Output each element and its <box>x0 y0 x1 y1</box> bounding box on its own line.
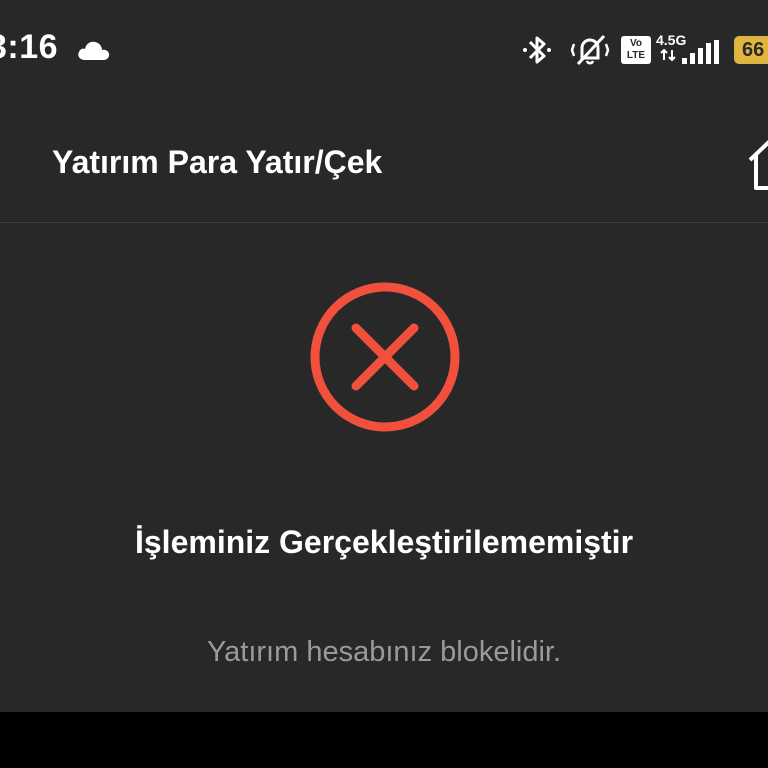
battery-icon: 66 <box>734 36 768 64</box>
app-header: Yatırım Para Yatır/Çek <box>0 100 768 223</box>
error-x-icon <box>310 282 460 432</box>
app-screen: 3:16 Vo LTE 4.5G <box>0 0 768 712</box>
signal-icon <box>660 40 719 64</box>
result-message: Yatırım hesabınız blokelidir. <box>206 636 562 668</box>
home-icon[interactable] <box>746 134 768 194</box>
status-bar: 3:16 Vo LTE 4.5G <box>0 0 768 100</box>
bluetooth-icon <box>523 36 551 64</box>
battery-level: 66 <box>742 39 765 61</box>
volte-icon: Vo LTE <box>621 36 651 64</box>
result-title: İşleminiz Gerçekleştirilememiştir <box>134 524 634 560</box>
cloud-icon <box>78 41 110 60</box>
page-title: Yatırım Para Yatır/Çek <box>52 144 383 180</box>
vibrate-mute-icon <box>570 34 610 66</box>
status-time: 3:16 <box>0 28 59 66</box>
